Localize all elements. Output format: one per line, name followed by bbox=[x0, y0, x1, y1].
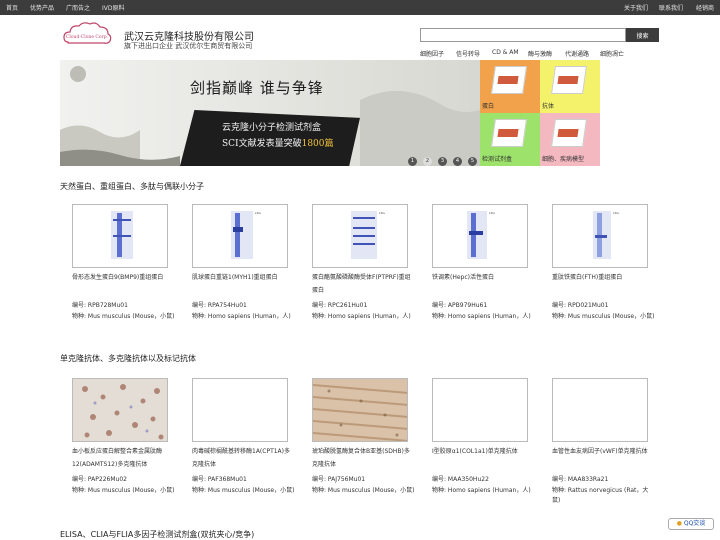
hero-banner[interactable]: 剑指巅峰 谁与争锋 云克隆小分子检测试剂盒 SCI文献发表量突破1800篇 bbox=[60, 60, 480, 166]
section-title-kits: ELISA、CLIA与FLIA多因子检测试剂盒(双抗夹心/竞争) bbox=[60, 530, 255, 539]
product-species: 物种: Mus musculus (Mouse，小鼠) bbox=[72, 487, 175, 494]
product-name[interactable]: 血管性血友病因子(vWF)单克隆抗体 bbox=[552, 445, 652, 458]
banner-title: 剑指巅峰 谁与争锋 bbox=[190, 79, 324, 97]
nav-home-link[interactable]: 首页 bbox=[6, 3, 18, 12]
product-species: 物种: Mus musculus (Mouse，小鼠) bbox=[552, 313, 655, 320]
product-name[interactable]: 血小板反应蛋白解整合素金属肽酶12(ADAMTS12)多克隆抗体 bbox=[72, 445, 172, 471]
banner-line-2: SCI文献发表量突破1800篇 bbox=[222, 136, 334, 149]
category-cytokines[interactable]: 细胞因子 bbox=[420, 49, 444, 58]
product-box-image bbox=[551, 66, 587, 94]
protein-gel-image[interactable]: kDa bbox=[192, 204, 288, 268]
tile-cell-model-label: 细胞、疾病模型 bbox=[542, 156, 585, 163]
tile-protein[interactable]: 蛋白 bbox=[480, 60, 540, 113]
gel-kda-label: kDa bbox=[613, 211, 619, 215]
product-species: 物种: Rattus norvegicus (Rat，大鼠) bbox=[552, 487, 649, 504]
product-image[interactable] bbox=[552, 378, 648, 442]
top-nav-bar: 首页 优势产品 广而告之 IVD原料 关于我们 联系我们 经销商 bbox=[0, 0, 720, 15]
tile-cell-model[interactable]: 细胞、疾病模型 bbox=[540, 113, 600, 166]
nav-ads-link[interactable]: 广而告之 bbox=[66, 3, 90, 12]
product-code: 编号: RPA754Hu01 bbox=[192, 302, 247, 309]
protein-gel-image[interactable]: kDa bbox=[552, 204, 648, 268]
banner-dot-3[interactable]: 3 bbox=[438, 157, 447, 166]
category-enzymes[interactable]: 酶与激酶 bbox=[528, 49, 552, 58]
product-name[interactable]: 蛋白酪氨酸磷酸酶受体F(PTPRF)重组蛋白 bbox=[312, 271, 412, 297]
banner-dot-4[interactable]: 4 bbox=[453, 157, 462, 166]
nav-products-link[interactable]: 优势产品 bbox=[30, 3, 54, 12]
banner-dot-1[interactable]: 1 bbox=[408, 157, 417, 166]
logo-text: Cloud-Clone Corp. bbox=[66, 34, 109, 40]
category-apoptosis[interactable]: 细胞凋亡 bbox=[600, 49, 624, 58]
product-code: 编号: PAJ756Mu01 bbox=[312, 476, 366, 483]
product-species: 物种: Mus musculus (Mouse，小鼠) bbox=[72, 313, 175, 320]
product-code: 编号: PAF368Mu01 bbox=[192, 476, 247, 483]
protein-gel-image[interactable]: kDa bbox=[312, 204, 408, 268]
nav-dealer-link[interactable]: 经销商 bbox=[696, 3, 714, 12]
product-code: 编号: MAA833Ra21 bbox=[552, 476, 609, 483]
category-metabolic[interactable]: 代谢通路 bbox=[565, 49, 589, 58]
banner-dot-5[interactable]: 5 bbox=[468, 157, 477, 166]
product-name[interactable]: 重肽铁蛋白(FTH)重组蛋白 bbox=[552, 271, 652, 284]
product-species: 物种: Homo sapiens (Human，人) bbox=[432, 313, 531, 320]
product-species: 物种: Homo sapiens (Human，人) bbox=[432, 487, 531, 494]
gel-kda-label: kDa bbox=[489, 211, 495, 215]
product-code: 编号: RPC261Hu01 bbox=[312, 302, 368, 309]
chat-icon: ● bbox=[676, 520, 682, 527]
tile-antibody-label: 抗体 bbox=[542, 103, 555, 110]
product-species: 物种: Mus musculus (Mouse，小鼠) bbox=[312, 487, 415, 494]
nav-ivd-link[interactable]: IVD原料 bbox=[102, 3, 125, 12]
tile-kit[interactable]: 检测试剂盒 bbox=[480, 113, 540, 166]
nav-about-link[interactable]: 关于我们 bbox=[624, 3, 648, 12]
product-box-image bbox=[491, 119, 527, 147]
product-species: 物种: Mus musculus (Mouse，小鼠) bbox=[192, 487, 295, 494]
product-name[interactable]: 铁调素(Hepc)活性蛋白 bbox=[432, 271, 532, 284]
tile-kit-label: 检测试剂盒 bbox=[482, 156, 513, 163]
category-cd-am[interactable]: CD & AM bbox=[492, 49, 519, 56]
nav-contact-link[interactable]: 联系我们 bbox=[659, 3, 683, 12]
product-name[interactable]: 琥珀酸脱氢酶复合体B亚基(SDHB)多克隆抗体 bbox=[312, 445, 412, 471]
product-name[interactable]: 肉毒碱棕榈酰基转移酶1A(CPT1A)多克隆抗体 bbox=[192, 445, 292, 471]
product-name[interactable]: Ⅰ型胶原α1(COL1a1)单克隆抗体 bbox=[432, 445, 532, 458]
banner-line-2-text: SCI文献发表量突破 bbox=[222, 139, 302, 149]
section-title-antibodies: 单克隆抗体、多克隆抗体以及标记抗体 bbox=[60, 354, 196, 363]
product-box-image bbox=[491, 66, 527, 94]
gel-kda-label: kDa bbox=[379, 211, 385, 215]
search-input[interactable] bbox=[420, 28, 626, 42]
search-button[interactable]: 搜索 bbox=[626, 28, 659, 42]
product-species: 物种: Homo sapiens (Human，人) bbox=[312, 313, 411, 320]
product-image[interactable] bbox=[432, 378, 528, 442]
product-name[interactable]: 肌球蛋白重链1(MYH1)重组蛋白 bbox=[192, 271, 292, 284]
ihc-image[interactable] bbox=[72, 378, 168, 442]
qq-chat-button[interactable]: ● QQ交谈 bbox=[668, 518, 714, 530]
product-code: 编号: RPD021Mu01 bbox=[552, 302, 609, 309]
company-logo[interactable]: Cloud-Clone Corp. bbox=[60, 20, 114, 52]
category-signal[interactable]: 信号转导 bbox=[456, 49, 480, 58]
banner-dot-2[interactable]: 2 bbox=[423, 157, 432, 166]
product-image[interactable] bbox=[192, 378, 288, 442]
banner-highlight: 1800篇 bbox=[301, 139, 334, 149]
product-code: 编号: APB979Hu61 bbox=[432, 302, 488, 309]
tile-protein-label: 蛋白 bbox=[482, 103, 495, 110]
product-code: 编号: MAA350Hu22 bbox=[432, 476, 489, 483]
company-subtitle: 旗下进出口企业 武汉优尔生商贸有限公司 bbox=[124, 42, 253, 50]
product-species: 物种: Homo sapiens (Human，人) bbox=[192, 313, 291, 320]
section-title-proteins: 天然蛋白、重组蛋白、多肽与偶联小分子 bbox=[60, 182, 204, 191]
ihc-image[interactable] bbox=[312, 378, 408, 442]
banner-line-1: 云克隆小分子检测试剂盒 bbox=[222, 123, 322, 133]
product-code: 编号: RPB728Mu01 bbox=[72, 302, 128, 309]
tile-antibody[interactable]: 抗体 bbox=[540, 60, 600, 113]
product-box-image bbox=[551, 119, 587, 147]
protein-gel-image[interactable] bbox=[72, 204, 168, 268]
qq-chat-label: QQ交谈 bbox=[683, 520, 706, 527]
protein-gel-image[interactable]: kDa bbox=[432, 204, 528, 268]
gel-kda-label: kDa bbox=[255, 211, 261, 215]
product-code: 编号: PAP226Mu02 bbox=[72, 476, 127, 483]
product-name[interactable]: 骨形态发生蛋白9(BMP9)重组蛋白 bbox=[72, 271, 172, 284]
